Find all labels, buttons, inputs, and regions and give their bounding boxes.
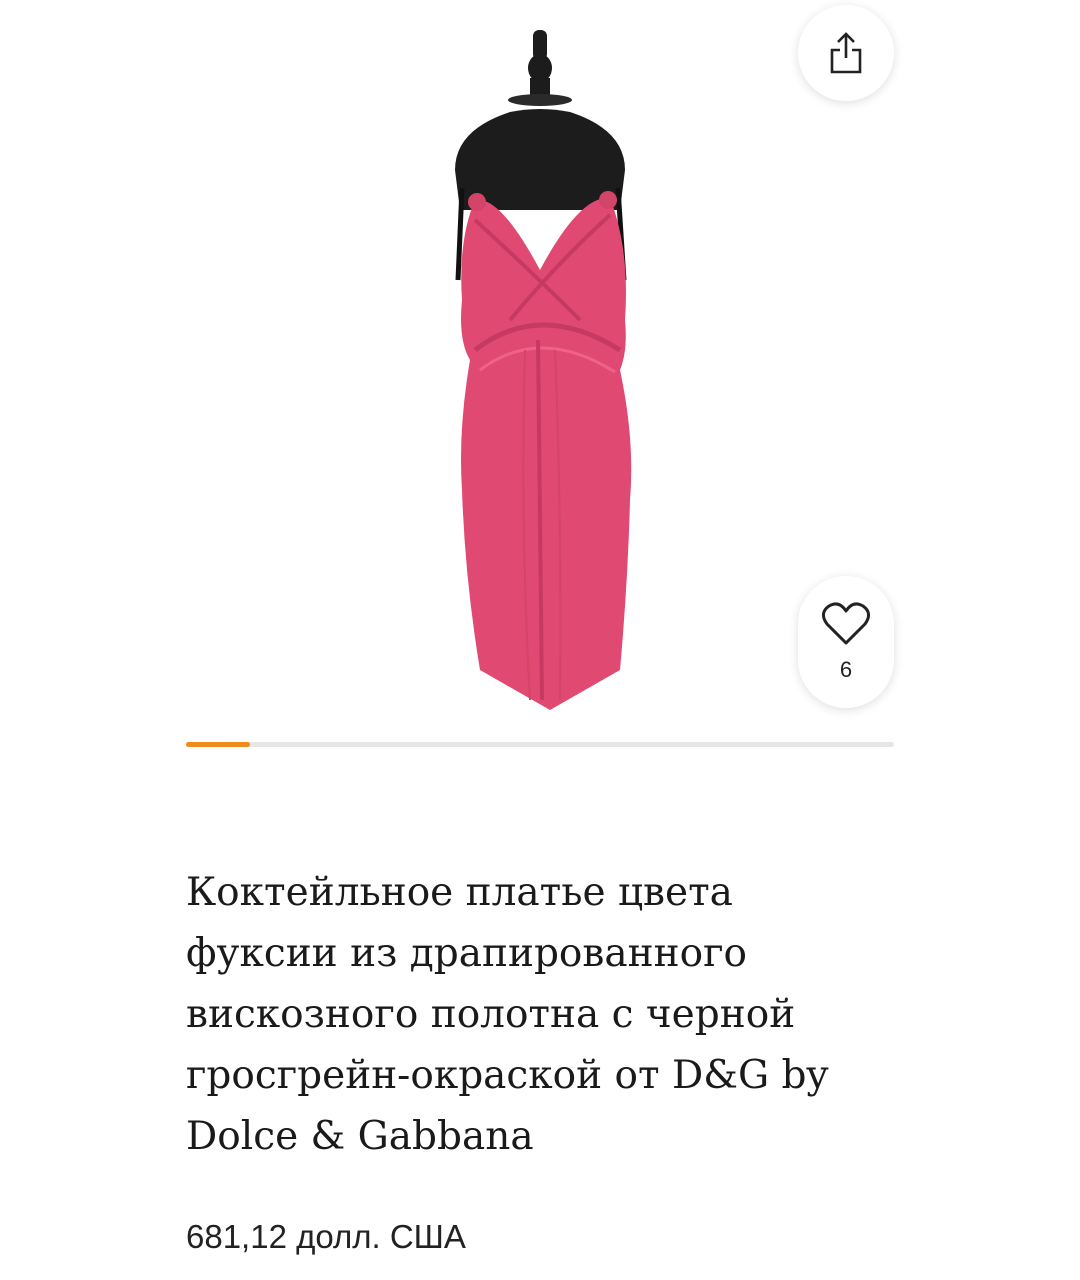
product-title: Коктейльное платье цвета фуксии из драпи…: [186, 870, 829, 1159]
share-icon: [830, 32, 862, 74]
like-button[interactable]: 6: [798, 576, 894, 708]
product-price: 681,12 долл. США: [186, 1218, 466, 1255]
product-gallery[interactable]: 6: [0, 0, 1080, 760]
product-image[interactable]: [380, 20, 700, 720]
heart-icon: [822, 602, 870, 645]
share-button[interactable]: [798, 5, 894, 101]
gallery-progress: [186, 742, 894, 747]
gallery-progress-fill: [186, 742, 250, 747]
like-count: 6: [839, 657, 853, 682]
